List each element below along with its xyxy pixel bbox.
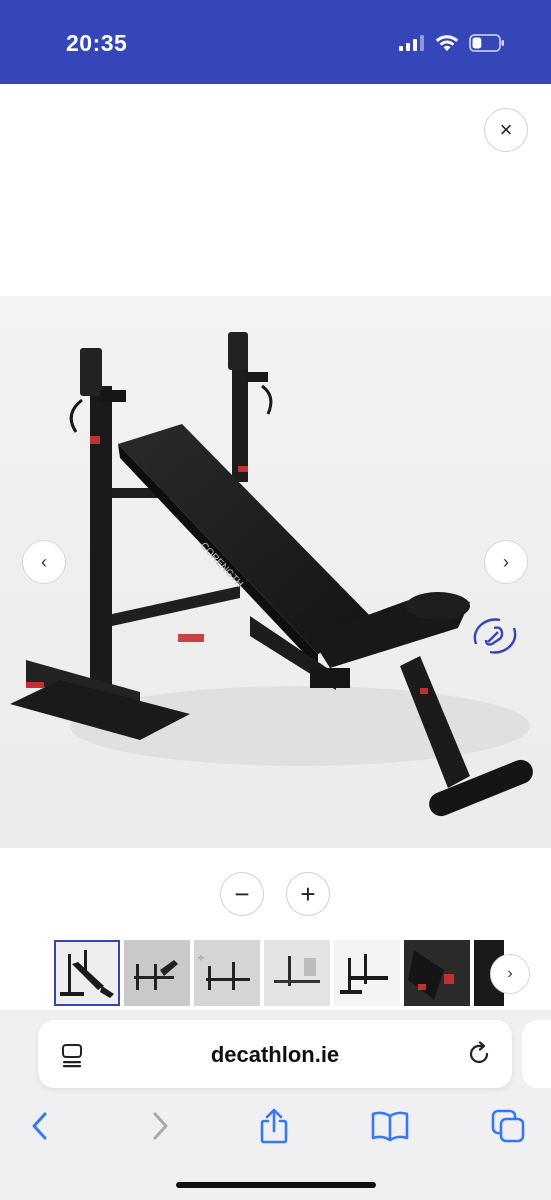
thumbnail-item[interactable] [264,940,330,1006]
bookmarks-button[interactable] [370,1106,410,1146]
thumbnails-next-button[interactable]: › [490,954,530,994]
wifi-icon [435,35,459,51]
book-icon [371,1111,409,1142]
battery-icon [469,34,504,52]
forward-button[interactable] [140,1106,180,1146]
zoom-in-button[interactable]: + [286,872,330,916]
back-button[interactable] [20,1106,60,1146]
share-icon [260,1108,288,1144]
reload-icon[interactable] [466,1041,492,1067]
share-button[interactable] [254,1106,294,1146]
close-icon: × [499,117,513,142]
status-time: 20:35 [66,30,128,56]
cellular-signal-icon [399,35,424,51]
weight-bench-image: CORENGTH [0,296,551,848]
thumbnail-item[interactable]: ⊹ [194,940,260,1006]
thumbnail-item[interactable] [334,940,400,1006]
address-bar[interactable]: decathlon.ie [38,1020,512,1088]
thumbnail-item[interactable] [124,940,190,1006]
thumbnail-strip: ⊹ [54,940,504,1008]
status-icons [399,34,505,52]
tabs-button[interactable] [488,1106,528,1146]
product-gallery[interactable]: CORENGTH ‹ › [0,296,551,848]
url-text[interactable]: decathlon.ie [38,1042,512,1068]
home-indicator [176,1182,376,1188]
next-image-button[interactable]: › [484,540,528,584]
browser-toolbar [0,1100,551,1150]
chevron-right-icon [153,1112,168,1140]
thumbnail-item[interactable] [54,940,120,1006]
tabs-icon [491,1109,525,1143]
screen: 20:35 × CORENGTH ‹ › − + ⊹ › decathlon.i… [0,0,551,1200]
chevron-left-icon: ‹ [41,551,47,572]
chevron-right-icon: › [503,551,509,572]
thumbnail-item[interactable] [404,940,470,1006]
chevron-left-icon [32,1112,47,1140]
prev-image-button[interactable]: ‹ [22,540,66,584]
zoom-out-button[interactable]: − [220,872,264,916]
plus-icon: + [300,879,316,909]
minus-icon: − [234,879,250,909]
svg-text:⊹: ⊹ [198,955,204,962]
close-button[interactable]: × [484,108,528,152]
chevron-right-icon: › [507,965,513,982]
ar-view-icon[interactable] [468,614,522,658]
status-bar: 20:35 [0,0,551,84]
next-tab-preview[interactable] [522,1020,551,1088]
